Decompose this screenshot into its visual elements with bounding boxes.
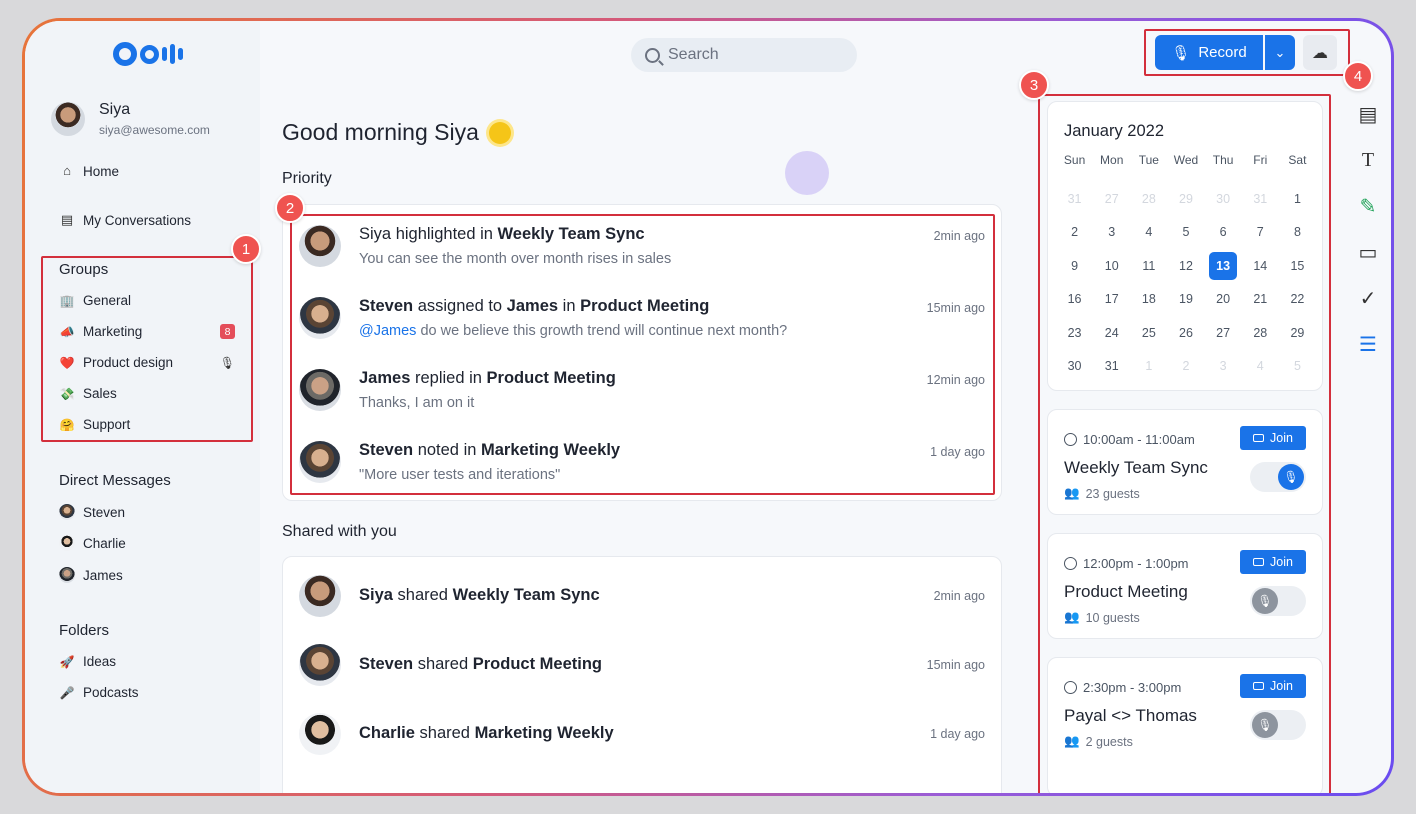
folder-item-podcasts[interactable]: 🎤 Podcasts — [59, 685, 235, 700]
avatar — [59, 504, 75, 520]
feed-title: Steven shared Product Meeting — [359, 655, 602, 673]
dm-label: Steven — [83, 504, 126, 520]
microphone-icon: 🎤 — [59, 685, 75, 700]
logo-mark — [140, 44, 159, 64]
annotation-box-groups — [41, 256, 253, 442]
priority-label: Priority — [282, 170, 332, 187]
dm-item-charlie[interactable]: Charlie — [59, 535, 235, 551]
logo-mark — [113, 42, 137, 66]
logo-mark — [178, 48, 183, 60]
avatar — [299, 644, 341, 686]
shared-item[interactable]: Steven shared Product Meeting 15min ago — [299, 644, 985, 686]
shared-label: Shared with you — [282, 523, 397, 540]
folder-label: Podcasts — [83, 685, 139, 700]
timestamp: 15min ago — [926, 658, 985, 672]
search-input[interactable]: Search — [631, 38, 857, 72]
list-icon[interactable]: ☰ — [1355, 331, 1381, 357]
dm-label: Charlie — [83, 535, 126, 551]
annotation-box-priority — [290, 214, 995, 495]
user-profile[interactable]: Siya siya@awesome.com — [51, 101, 210, 137]
check-circle-icon[interactable]: ✓ — [1355, 285, 1381, 311]
avatar — [59, 535, 75, 551]
annotation-box-toolbar — [1144, 29, 1350, 76]
logo-mark — [162, 47, 167, 61]
folder-item-ideas[interactable]: 🚀 Ideas — [59, 654, 235, 669]
nav-my-conversations[interactable]: ▤ My Conversations — [59, 212, 191, 228]
annotation-marker: 1 — [231, 234, 261, 264]
app-window: Siya siya@awesome.com ⌂ Home ▤ My Conver… — [25, 21, 1391, 793]
nav-home[interactable]: ⌂ Home — [59, 163, 119, 179]
shared-item[interactable]: Siya shared Weekly Team Sync 2min ago — [299, 575, 985, 617]
feed-title: Charlie shared Marketing Weekly — [359, 724, 614, 742]
feed-title: Siya shared Weekly Team Sync — [359, 586, 600, 604]
otter-logo[interactable] — [113, 41, 183, 67]
folder-label: Ideas — [83, 654, 117, 669]
dm-label: James — [83, 567, 123, 583]
annotation-marker: 3 — [1019, 70, 1049, 100]
sun-icon — [488, 121, 511, 144]
annotation-box-right-panel — [1038, 94, 1331, 793]
avatar — [51, 102, 85, 136]
highlighter-icon[interactable]: ✎ — [1355, 193, 1381, 219]
avatar — [59, 567, 75, 583]
dm-item-james[interactable]: James — [59, 567, 235, 583]
search-placeholder: Search — [668, 46, 719, 63]
notes-icon[interactable]: ▤ — [1355, 101, 1381, 127]
search-icon — [645, 47, 660, 63]
dm-item-steven[interactable]: Steven — [59, 504, 235, 520]
nav-conversations-label: My Conversations — [83, 212, 192, 228]
shared-item[interactable]: Charlie shared Marketing Weekly 1 day ag… — [299, 713, 985, 755]
nav-home-label: Home — [83, 163, 120, 179]
document-icon: ▤ — [60, 212, 74, 227]
home-icon: ⌂ — [63, 163, 71, 178]
avatar — [299, 713, 341, 755]
page-title: Good morning Siya — [282, 119, 511, 146]
annotation-marker: 4 — [1343, 61, 1373, 91]
logo-mark — [170, 44, 175, 64]
timestamp: 1 day ago — [930, 727, 985, 741]
timestamp: 2min ago — [933, 589, 985, 603]
annotation-marker: 2 — [275, 193, 305, 223]
user-name: Siya — [99, 101, 131, 118]
decorative-blob — [785, 151, 829, 195]
text-icon[interactable]: T — [1355, 147, 1381, 173]
comment-icon[interactable]: ▭ — [1355, 239, 1381, 265]
avatar — [299, 575, 341, 617]
rocket-icon: 🚀 — [59, 654, 75, 669]
folders-title: Folders — [59, 622, 110, 639]
user-email: siya@awesome.com — [99, 123, 210, 137]
shared-card: Siya shared Weekly Team Sync 2min ago St… — [282, 556, 1002, 793]
greeting-text: Good morning Siya — [282, 119, 479, 145]
app-frame: Siya siya@awesome.com ⌂ Home ▤ My Conver… — [22, 18, 1394, 796]
direct-messages-title: Direct Messages — [59, 472, 171, 489]
